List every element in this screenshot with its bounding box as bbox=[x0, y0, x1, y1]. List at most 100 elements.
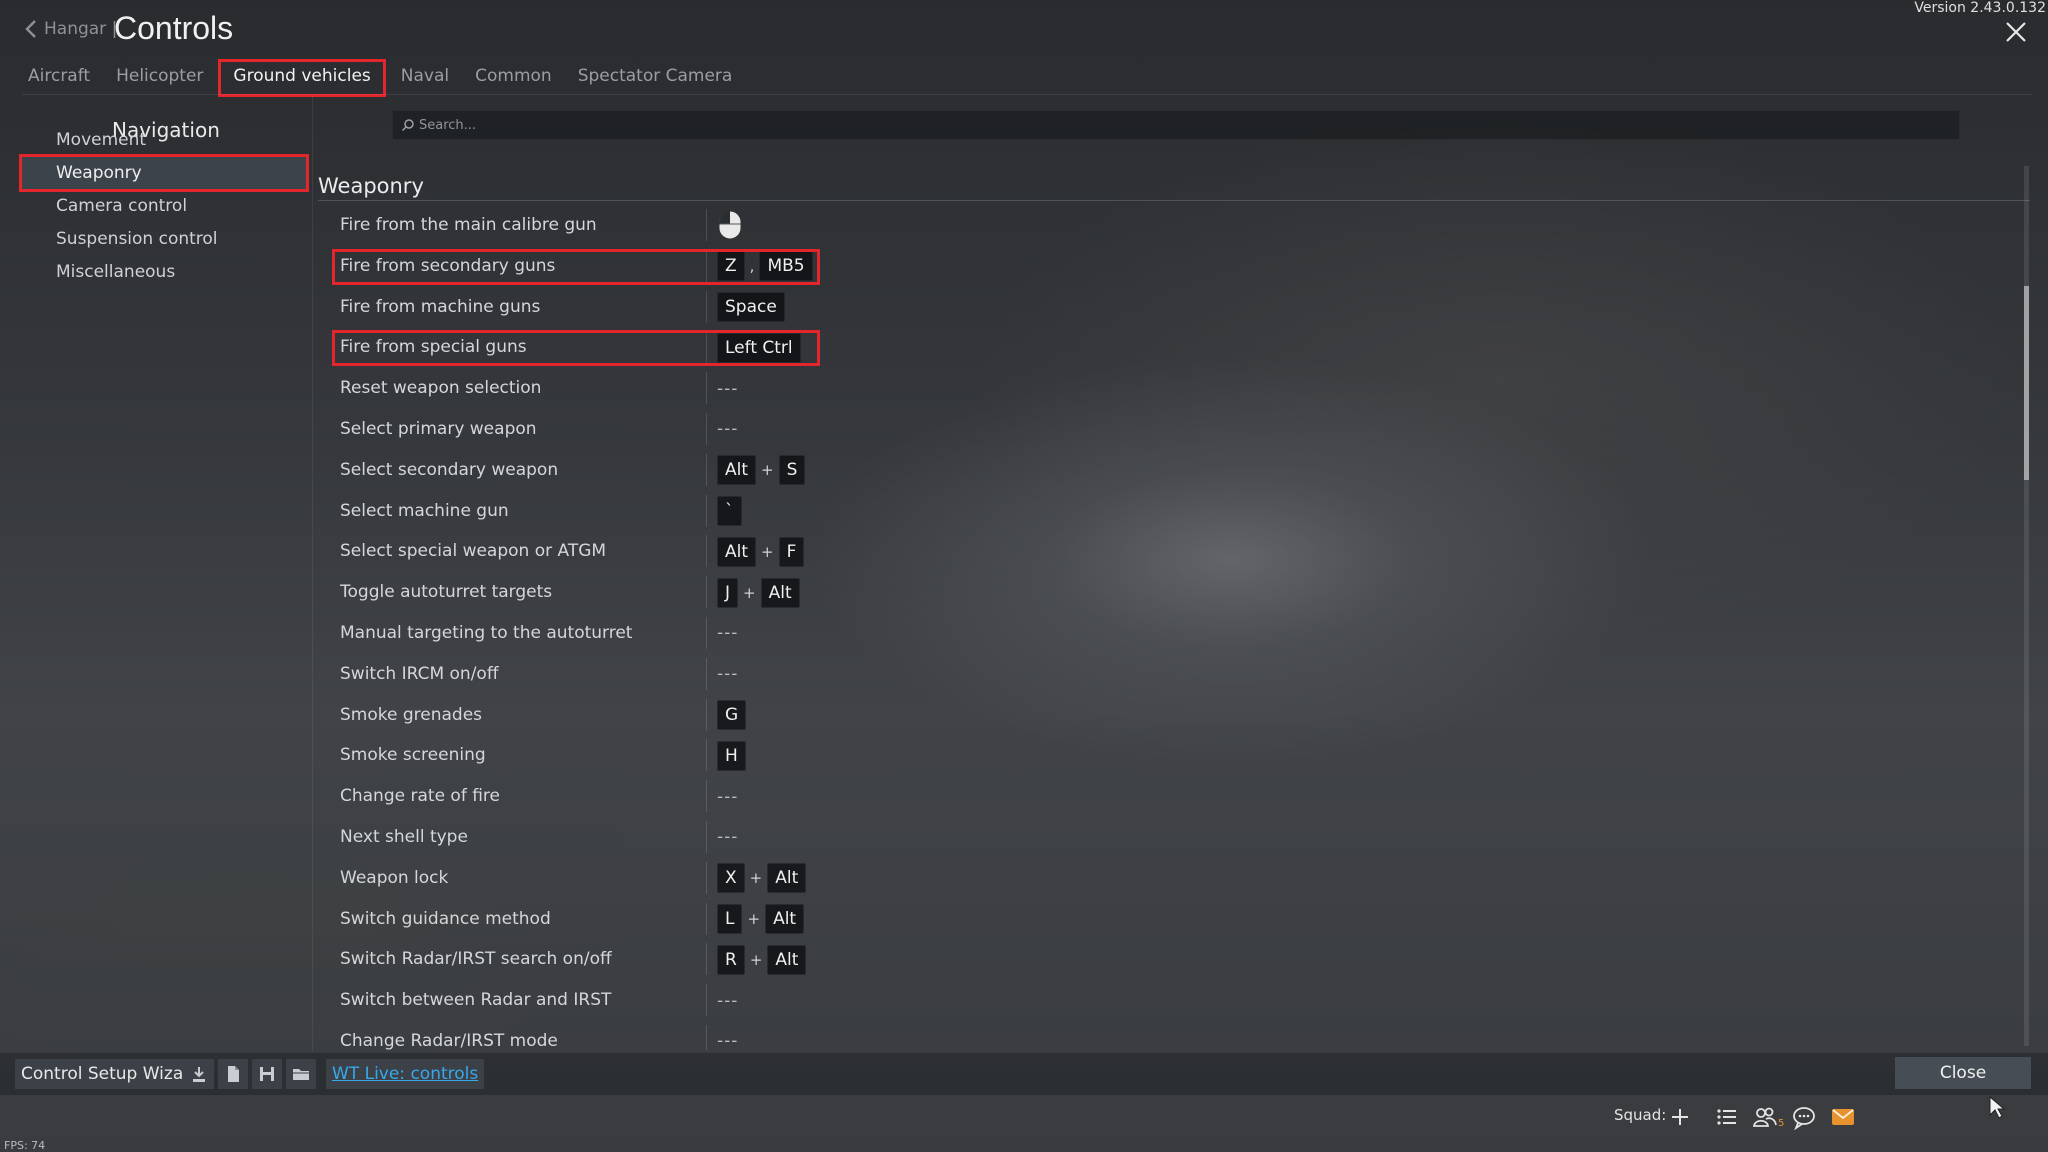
key-cap: Z bbox=[717, 251, 745, 282]
column-divider bbox=[706, 1024, 707, 1050]
key-binding[interactable]: --- bbox=[717, 654, 738, 695]
key-cap: F bbox=[778, 536, 805, 567]
key-binding[interactable]: Alt + S bbox=[717, 450, 806, 491]
sidebar-item-suspension-control[interactable]: Suspension control bbox=[20, 221, 308, 257]
key-binding[interactable]: Left Ctrl bbox=[717, 327, 801, 368]
control-row[interactable]: Switch between Radar and IRST --- bbox=[330, 980, 2030, 1021]
control-row[interactable]: Select special weapon or ATGM Alt + F bbox=[330, 531, 2030, 572]
key-binding[interactable]: X + Alt bbox=[717, 858, 807, 899]
key-binding[interactable]: --- bbox=[717, 368, 738, 409]
control-label: Reset weapon selection bbox=[340, 378, 542, 399]
tab-ground-vehicles[interactable]: Ground vehicles bbox=[218, 59, 386, 97]
search-input[interactable] bbox=[415, 116, 1921, 134]
save-preset-button[interactable] bbox=[252, 1059, 282, 1089]
control-row[interactable]: Select machine gun ` bbox=[330, 491, 2030, 532]
control-row[interactable]: Smoke screening H bbox=[330, 735, 2030, 776]
chat-icon[interactable] bbox=[1791, 1104, 1817, 1130]
tab-common[interactable]: Common bbox=[465, 60, 562, 96]
control-row[interactable]: Select primary weapon --- bbox=[330, 409, 2030, 450]
key-cap: J bbox=[717, 577, 739, 608]
control-label: Select primary weapon bbox=[340, 418, 537, 439]
sidebar-item-weaponry[interactable]: Weaponry bbox=[19, 154, 309, 192]
control-row[interactable]: Smoke grenades G bbox=[330, 695, 2030, 736]
control-row[interactable]: Fire from secondary guns Z, MB5 bbox=[330, 246, 2030, 287]
key-binding[interactable]: --- bbox=[717, 613, 738, 654]
key-binding[interactable] bbox=[717, 205, 743, 246]
control-row[interactable]: Select secondary weapon Alt + S bbox=[330, 450, 2030, 491]
key-cap: R bbox=[717, 944, 745, 975]
mail-icon[interactable] bbox=[1830, 1104, 1856, 1130]
control-row[interactable]: Fire from the main calibre gun bbox=[330, 205, 2030, 246]
scrollbar-thumb[interactable] bbox=[2024, 286, 2029, 480]
tab-helicopter[interactable]: Helicopter bbox=[106, 60, 213, 96]
control-label: Select special weapon or ATGM bbox=[340, 541, 607, 562]
key-binding[interactable]: --- bbox=[717, 817, 738, 858]
control-row[interactable]: Weapon lock X + Alt bbox=[330, 858, 2030, 899]
control-row[interactable]: Change rate of fire --- bbox=[330, 776, 2030, 817]
control-label: Fire from secondary guns bbox=[340, 255, 556, 276]
key-binding[interactable]: --- bbox=[717, 776, 738, 817]
version-label: Version 2.43.0.132 bbox=[1914, 0, 2046, 16]
control-row[interactable]: Switch IRCM on/off --- bbox=[330, 654, 2030, 695]
close-icon[interactable] bbox=[2004, 20, 2028, 44]
close-button[interactable]: Close bbox=[1895, 1057, 2031, 1089]
back-label: Hangar | bbox=[44, 19, 118, 39]
key-binding[interactable]: L + Alt bbox=[717, 899, 805, 940]
sidebar-item-camera-control[interactable]: Camera control bbox=[20, 188, 308, 224]
control-row[interactable]: Toggle autoturret targets J + Alt bbox=[330, 572, 2030, 613]
key-binding[interactable]: --- bbox=[717, 1021, 738, 1050]
new-preset-button[interactable] bbox=[218, 1059, 248, 1089]
key-binding[interactable]: --- bbox=[717, 980, 738, 1021]
back-to-hangar-link[interactable]: Hangar | bbox=[24, 18, 117, 40]
key-cap: Alt bbox=[717, 536, 757, 567]
control-row[interactable]: Fire from machine guns Space bbox=[330, 287, 2030, 328]
key-binding[interactable]: R + Alt bbox=[717, 939, 807, 980]
column-divider bbox=[706, 576, 707, 609]
control-row[interactable]: Switch guidance method L + Alt bbox=[330, 899, 2030, 940]
control-label: Change rate of fire bbox=[340, 786, 500, 807]
import-button[interactable] bbox=[184, 1059, 214, 1089]
column-divider bbox=[706, 494, 707, 527]
key-separator: + bbox=[749, 869, 763, 888]
key-cap: L bbox=[717, 903, 743, 934]
column-divider bbox=[706, 616, 707, 649]
sidebar-item-movement[interactable]: Movement bbox=[20, 122, 308, 158]
plus-icon[interactable] bbox=[1667, 1104, 1693, 1130]
control-setup-wizard-button[interactable]: Control Setup Wizard bbox=[15, 1059, 207, 1089]
search-box[interactable] bbox=[392, 110, 1960, 140]
tab-aircraft[interactable]: Aircraft bbox=[18, 60, 100, 96]
key-binding[interactable]: ` bbox=[717, 491, 742, 532]
control-row[interactable]: Fire from special guns Left Ctrl bbox=[330, 327, 2030, 368]
key-binding[interactable]: Alt + F bbox=[717, 531, 805, 572]
unassigned-binding: --- bbox=[717, 827, 739, 848]
key-binding[interactable]: G bbox=[717, 695, 747, 736]
search-icon bbox=[401, 119, 414, 132]
key-binding[interactable]: Z, MB5 bbox=[717, 246, 813, 287]
column-divider bbox=[706, 209, 707, 241]
friends-count: 5 bbox=[1778, 1118, 1785, 1129]
column-divider bbox=[706, 698, 707, 731]
control-row[interactable]: Next shell type --- bbox=[330, 817, 2030, 858]
bottom-toolbar: Control Setup Wizard WT Live: controls C… bbox=[0, 1052, 2048, 1095]
mouse-cursor-icon bbox=[1989, 1096, 2006, 1119]
control-row[interactable]: Switch Radar/IRST search on/off R + Alt bbox=[330, 939, 2030, 980]
tab-naval[interactable]: Naval bbox=[391, 60, 459, 96]
sidebar-item-miscellaneous[interactable]: Miscellaneous bbox=[20, 254, 308, 290]
mouse-left-button-icon bbox=[718, 210, 742, 240]
control-row[interactable]: Change Radar/IRST mode --- bbox=[330, 1021, 2030, 1050]
key-binding[interactable]: J + Alt bbox=[717, 572, 800, 613]
wt-live-controls-link[interactable]: WT Live: controls bbox=[326, 1059, 485, 1089]
open-preset-button[interactable] bbox=[286, 1059, 316, 1089]
key-binding[interactable]: H bbox=[717, 735, 746, 776]
tab-divider bbox=[22, 94, 2032, 95]
key-separator: + bbox=[761, 461, 774, 480]
tab-spectator-camera[interactable]: Spectator Camera bbox=[568, 60, 743, 96]
key-binding[interactable]: --- bbox=[717, 409, 738, 450]
friends-button[interactable]: 5 bbox=[1752, 1104, 1786, 1130]
control-row[interactable]: Manual targeting to the autoturret --- bbox=[330, 613, 2030, 654]
key-binding[interactable]: Space bbox=[717, 287, 785, 328]
control-row[interactable]: Reset weapon selection --- bbox=[330, 368, 2030, 409]
section-divider bbox=[318, 200, 2030, 201]
key-cap: G bbox=[717, 699, 747, 730]
list-icon[interactable] bbox=[1714, 1104, 1740, 1130]
